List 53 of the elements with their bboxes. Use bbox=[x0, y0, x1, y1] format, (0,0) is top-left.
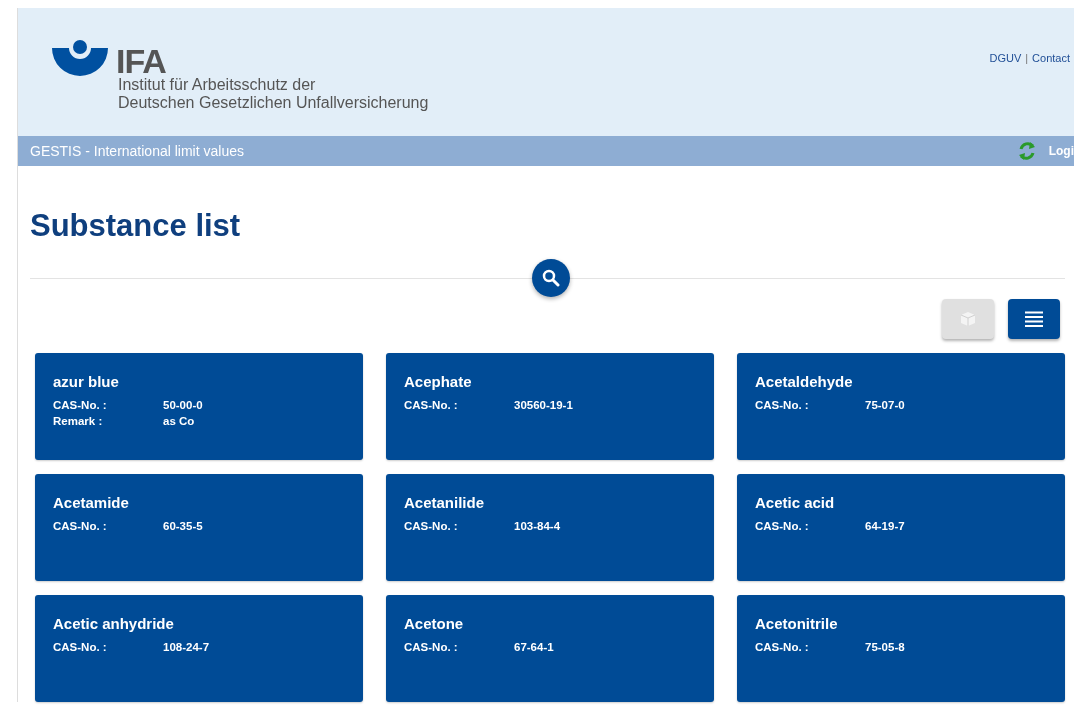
field-value: 103-84-4 bbox=[514, 520, 562, 532]
substance-name[interactable]: Acephate bbox=[404, 373, 696, 390]
field-label: CAS-No. : bbox=[755, 641, 810, 653]
search-icon bbox=[542, 269, 560, 287]
field-label: CAS-No. : bbox=[53, 399, 108, 411]
substance-name[interactable]: Acetanilide bbox=[404, 494, 696, 511]
field-label: CAS-No. : bbox=[404, 399, 459, 411]
field-value: 64-19-7 bbox=[865, 520, 906, 532]
substance-card[interactable]: azur blue CAS-No. : 50-00-0 Remark : as Co bbox=[35, 353, 363, 460]
field-value: 75-05-8 bbox=[865, 641, 906, 653]
substance-name[interactable]: Acetone bbox=[404, 615, 696, 632]
app-title: GESTIS - International limit values bbox=[30, 143, 244, 159]
substance-card[interactable]: Acetaldehyde CAS-No. : 75-07-0 bbox=[737, 353, 1065, 460]
field-label: CAS-No. : bbox=[755, 399, 810, 411]
field-label: CAS-No. : bbox=[53, 641, 108, 653]
separator: | bbox=[1025, 52, 1029, 66]
field-label: CAS-No. : bbox=[755, 520, 810, 532]
substance-name[interactable]: Acetamide bbox=[53, 494, 345, 511]
field-value: 67-64-1 bbox=[514, 641, 555, 653]
substance-card[interactable]: Acetic acid CAS-No. : 64-19-7 bbox=[737, 474, 1065, 581]
header-link[interactable]: DGUV bbox=[989, 52, 1022, 136]
box-icon bbox=[960, 311, 976, 327]
search-button[interactable] bbox=[532, 259, 570, 297]
list-view-button[interactable] bbox=[1008, 299, 1060, 339]
list-icon bbox=[1025, 311, 1043, 327]
field-label: CAS-No. : bbox=[404, 641, 459, 653]
field-label: CAS-No. : bbox=[404, 520, 459, 532]
substance-name[interactable]: Acetonitrile bbox=[755, 615, 1047, 632]
header-link[interactable]: Contact bbox=[1032, 52, 1070, 136]
substance-name[interactable]: Acetic anhydride bbox=[53, 615, 345, 632]
substance-card[interactable]: Acetonitrile CAS-No. : 75-05-8 bbox=[737, 595, 1065, 702]
page-title: Substance list bbox=[30, 208, 242, 244]
substance-card[interactable]: Acetamide CAS-No. : 60-35-5 bbox=[35, 474, 363, 581]
organization-name: Deutschen Gesetzlichen Unfallversicherung bbox=[118, 94, 429, 112]
field-value: 50-00-0 bbox=[163, 399, 204, 411]
substance-card[interactable]: Acetic anhydride CAS-No. : 108-24-7 bbox=[35, 595, 363, 702]
field-value: 108-24-7 bbox=[163, 641, 211, 653]
logo-text: IFA bbox=[116, 46, 166, 76]
substance-card[interactable]: Acetone CAS-No. : 67-64-1 bbox=[386, 595, 714, 702]
field-value: as Co bbox=[163, 415, 196, 427]
field-label: Remark : bbox=[53, 415, 104, 427]
field-value: 60-35-5 bbox=[163, 520, 204, 532]
tile-view-button[interactable] bbox=[942, 299, 994, 339]
field-label: CAS-No. : bbox=[53, 520, 108, 532]
substance-name[interactable]: Acetaldehyde bbox=[755, 373, 1047, 390]
organization-name: Institut für Arbeitsschutz der bbox=[118, 76, 317, 94]
substance-name[interactable]: Acetic acid bbox=[755, 494, 1047, 511]
field-value: 30560-19-1 bbox=[514, 399, 574, 411]
logo-icon bbox=[52, 40, 108, 76]
substance-card[interactable]: Acephate CAS-No. : 30560-19-1 bbox=[386, 353, 714, 460]
field-value: 75-07-0 bbox=[865, 399, 906, 411]
substance-name[interactable]: azur blue bbox=[53, 373, 345, 390]
substance-card[interactable]: Acetanilide CAS-No. : 103-84-4 bbox=[386, 474, 714, 581]
